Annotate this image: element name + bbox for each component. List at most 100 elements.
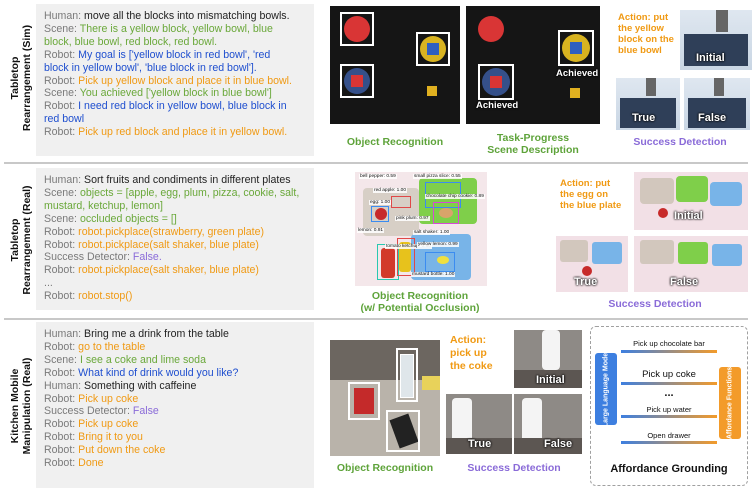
detection-label: egg: 1.00 <box>369 200 392 205</box>
speaker-label: Human: <box>44 328 82 340</box>
dialog-line: Robot: Bring it to you <box>44 431 306 444</box>
affordance-functions-box: Affordance Functions <box>719 367 741 439</box>
speaker-label: Scene: <box>44 353 77 366</box>
speaker-label: Human: <box>44 174 82 186</box>
achieved-label: Achieved <box>556 68 599 79</box>
dialog-line: Robot: Done <box>44 457 306 470</box>
dialog-text: False. <box>132 251 162 264</box>
affordance-grounding-diagram: Large Language Model Affordance Function… <box>590 326 748 486</box>
detection-label: chocolate chip cookie: 0.89 <box>425 194 485 199</box>
action-text-kitchen: Action: pick up the coke <box>450 334 493 372</box>
dialog-text: False <box>132 405 159 418</box>
dialog-text: Bring it to you <box>78 431 143 444</box>
speaker-label: Robot: <box>44 340 76 353</box>
dialog-line: Human: Something with caffeine <box>44 380 306 393</box>
dialog-line: Robot: Pick up red block and place it in… <box>44 126 306 139</box>
detection-label: bell pepper: 0.59 <box>359 174 397 179</box>
speaker-label: Scene: <box>44 87 77 100</box>
true-label: True <box>468 438 492 450</box>
detection-label: mustard bottle: 1.00 <box>411 272 456 277</box>
dialog-text: objects = [apple, egg, plum, pizza, cook… <box>79 186 300 199</box>
dialog-text: block, blue bowl, red block, red bowl. <box>44 35 218 48</box>
speaker-label: Robot: <box>44 225 76 238</box>
speaker-label: Robot: <box>44 392 76 405</box>
caption-success-detection-real: Success Detection <box>608 298 702 310</box>
dialog-line: Robot: robot.pickplace(salt shaker, blue… <box>44 264 306 277</box>
speaker-label: Robot: <box>44 366 76 379</box>
option-coke: Pick up coke <box>642 369 696 380</box>
dialog-text: Done <box>78 457 104 470</box>
detection-label: small pizza slice: 0.55 <box>413 174 462 179</box>
row-label-real: Tabletop Rearrangement (Real) <box>9 185 33 295</box>
dialog-text: mustard, ketchup, lemon] <box>44 199 163 212</box>
dialog-line: Scene: objects = [apple, egg, plum, pizz… <box>44 187 306 200</box>
speaker-label: Robot: <box>44 290 76 303</box>
achieved-label: Achieved <box>476 100 519 111</box>
dialog-text: robot.pickplace(strawberry, green plate) <box>78 225 265 238</box>
false-image-real: False <box>634 236 748 292</box>
speaker-label: Robot: <box>44 238 76 251</box>
dialog-line: block in yellow bowl', 'blue block in re… <box>44 62 306 75</box>
dialog-text: What kind of drink would you like? <box>78 366 239 379</box>
row-label-kitchen: Kitchen Mobile Manipulation (Real) <box>9 357 33 455</box>
yellow-block <box>427 86 437 96</box>
object-recognition-sim-image <box>330 6 460 124</box>
row-label-sim: Tabletop Rearrangement (Sim) <box>9 24 33 132</box>
dialog-line: Robot: go to the table <box>44 341 306 354</box>
caption-object-recognition-real: Object Recognition (w/ Potential Occlusi… <box>360 290 480 314</box>
row-separator <box>4 318 748 320</box>
task-progress-sim-image: Achieved Achieved <box>466 6 600 124</box>
dialog-line: Robot: What kind of drink would you like… <box>44 367 306 380</box>
dialog-line: Success Detector: False. <box>44 251 306 264</box>
speaker-label: Scene: <box>44 212 77 225</box>
row-separator <box>4 162 748 164</box>
dialog-sim: Human: move all the blocks into mismatch… <box>36 4 314 156</box>
detection-label: lemon: 0.91 <box>357 228 385 233</box>
dialog-text: robot.pickplace(salt shaker, blue plate) <box>78 238 259 251</box>
dialog-line: Robot: Put down the coke <box>44 444 306 457</box>
detection-label: red apple: 1.00 <box>373 188 408 193</box>
caption-success-detection-kitchen: Success Detection <box>467 462 561 474</box>
speaker-label: Robot: <box>44 444 76 457</box>
initial-image-kitchen: Initial <box>514 330 582 388</box>
dialog-line: Robot: robot.stop() <box>44 290 306 303</box>
speaker-label: Robot: <box>44 431 76 444</box>
dialog-text: go to the table <box>78 340 146 353</box>
detection-label: yellow lemon: 0.99 <box>417 242 459 247</box>
detection-label: pink plum: 0.97 <box>395 216 430 221</box>
caption-object-recognition-sim: Object Recognition <box>346 136 444 148</box>
llm-box: Large Language Model <box>595 351 617 427</box>
false-label: False <box>544 438 573 450</box>
dialog-text: robot.pickplace(salt shaker, blue plate) <box>78 264 259 277</box>
speaker-label: Robot: <box>44 457 76 470</box>
red-bowl <box>478 16 504 42</box>
dialog-text: occluded objects = [] <box>79 212 177 225</box>
dialog-text: robot.stop() <box>78 290 133 303</box>
dialog-line: Robot: robot.pickplace(salt shaker, blue… <box>44 239 306 252</box>
initial-label: Initial <box>674 210 703 222</box>
option-chocolate-bar: Pick up chocolate bar <box>633 339 705 348</box>
dialog-line: Scene: There is a yellow block, yellow b… <box>44 23 306 36</box>
dialog-line: Human: Bring me a drink from the table <box>44 328 306 341</box>
dialog-text: Something with caffeine <box>84 379 197 392</box>
detection-box <box>386 410 420 452</box>
dialog-text: Bring me a drink from the table <box>84 328 229 340</box>
action-text-real: Action: put the egg on the blue plate <box>560 178 622 211</box>
dialog-text: I need red block in yellow bowl, blue bl… <box>78 100 287 113</box>
initial-label: Initial <box>536 374 565 386</box>
dialog-text: Put down the coke <box>78 444 166 457</box>
dialog-line: Human: Sort fruits and condiments in dif… <box>44 174 306 187</box>
detection-box <box>416 32 450 66</box>
initial-image-sim: Initial <box>680 10 752 70</box>
dialog-line: Robot: Pick up yellow block and place it… <box>44 75 306 88</box>
initial-label: Initial <box>696 52 725 64</box>
dialog-text: I see a coke and lime soda <box>79 353 206 366</box>
dialog-line: Scene: occluded objects = [] <box>44 213 306 226</box>
true-label: True <box>574 276 598 288</box>
speaker-label: Robot: <box>44 264 76 277</box>
dialog-text: Pick up coke <box>78 418 139 431</box>
dialog-line: Robot: Pick up coke <box>44 393 306 406</box>
speaker-label: Success Detector: <box>44 405 130 418</box>
speaker-label: Success Detector: <box>44 251 130 264</box>
action-text-sim: Action: put the yellow block on the blue… <box>618 12 674 56</box>
